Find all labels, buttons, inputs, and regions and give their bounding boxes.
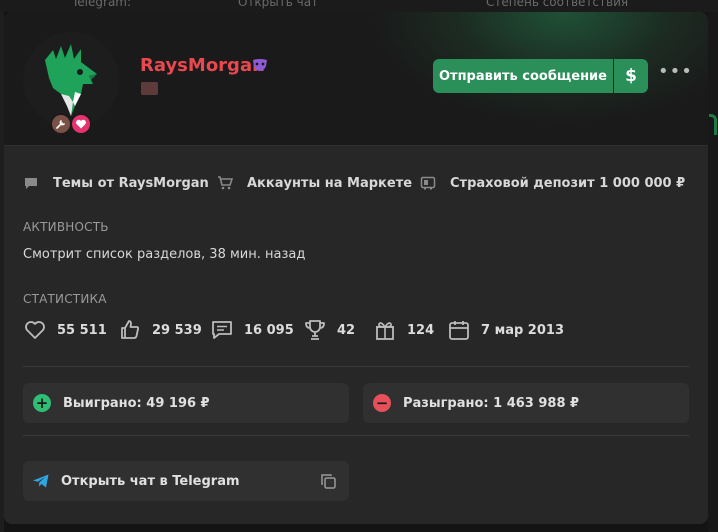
stat-registered-value: 7 мар 2013 xyxy=(481,322,564,338)
thumbs-up-icon xyxy=(121,320,140,339)
heart-icon xyxy=(25,321,45,339)
rooster-logo-icon xyxy=(23,32,119,128)
profile-card: RaysMorgan Отправить сообщение $ ••• Тем… xyxy=(4,12,708,524)
stats-title: СТАТИСТИКА xyxy=(23,292,107,306)
profile-header: RaysMorgan Отправить сообщение $ ••• xyxy=(4,12,708,146)
stats-row: 55 511 29 539 16 095 42 124 7 мар 2013 xyxy=(23,317,703,343)
tools-badge xyxy=(50,113,72,135)
divider xyxy=(23,366,689,367)
profile-links: Темы от RaysMorgan Аккаунты на Маркете С… xyxy=(23,172,703,194)
chat-bubble-icon xyxy=(25,178,37,189)
calendar-icon xyxy=(449,321,469,340)
send-message-button[interactable]: Отправить сообщение xyxy=(433,59,613,93)
more-options-button[interactable]: ••• xyxy=(658,63,692,85)
stat-trophies-value: 42 xyxy=(337,322,356,338)
market-link[interactable]: Аккаунты на Маркете xyxy=(217,172,412,194)
stat-messages[interactable]: 16 095 xyxy=(210,317,294,343)
message-icon xyxy=(212,321,232,339)
copy-icon[interactable] xyxy=(320,473,337,490)
deposit-icon xyxy=(420,176,436,190)
market-link-label: Аккаунты на Маркете xyxy=(247,175,413,191)
won-box[interactable]: + Выиграно: 49 196 ₽ xyxy=(23,383,349,423)
telegram-label: Открыть чат в Telegram xyxy=(61,473,240,489)
stat-trophies[interactable]: 42 xyxy=(303,317,355,343)
deposit-link-label: Страховой депозит 1 000 000 ₽ xyxy=(450,175,686,191)
deposit-link[interactable]: Страховой депозит 1 000 000 ₽ xyxy=(420,172,685,194)
heart-badge-icon xyxy=(76,119,86,129)
user-mini-badge xyxy=(141,82,158,95)
telegram-icon xyxy=(33,474,49,488)
mask-icon xyxy=(253,59,267,71)
stat-messages-value: 16 095 xyxy=(244,322,294,338)
themes-link-label: Темы от RaysMorgan xyxy=(53,175,209,191)
bg-match-degree: Степень соответствия xyxy=(486,0,629,9)
open-telegram-chat-button[interactable]: Открыть чат в Telegram xyxy=(23,461,349,501)
minus-icon: − xyxy=(373,394,391,412)
themes-link[interactable]: Темы от RaysMorgan xyxy=(23,172,209,194)
stat-thumbs[interactable]: 29 539 xyxy=(118,317,202,343)
stat-thumbs-value: 29 539 xyxy=(152,322,202,338)
tools-icon xyxy=(56,120,65,129)
background-right xyxy=(708,12,718,532)
stat-registered[interactable]: 7 мар 2013 xyxy=(447,317,564,343)
bg-telegram-label: Telegram: xyxy=(72,0,132,9)
lost-text: Разыграно: 1 463 988 ₽ xyxy=(403,395,580,411)
heart-badge xyxy=(70,113,92,135)
transfer-money-button[interactable]: $ xyxy=(614,59,648,93)
background-mark xyxy=(708,110,718,150)
gift-icon xyxy=(376,322,394,340)
activity-title: АКТИВНОСТЬ xyxy=(23,220,109,234)
won-text: Выиграно: 49 196 ₽ xyxy=(63,395,210,411)
stat-gifts-value: 124 xyxy=(407,322,435,338)
lost-box[interactable]: − Разыграно: 1 463 988 ₽ xyxy=(363,383,689,423)
stat-gifts[interactable]: 124 xyxy=(373,317,434,343)
avatar[interactable] xyxy=(23,32,119,128)
stat-likes-value: 55 511 xyxy=(57,322,107,338)
trophy-icon xyxy=(305,320,325,340)
bg-open-chat: Открыть чат xyxy=(238,0,319,9)
background-strip: Telegram: Открыть чат Степень соответств… xyxy=(0,0,718,12)
activity-text: Смотрит список разделов, 38 мин. назад xyxy=(23,247,306,262)
divider xyxy=(23,435,689,436)
username[interactable]: RaysMorgan xyxy=(140,55,265,76)
cart-icon xyxy=(218,176,233,190)
stat-likes[interactable]: 55 511 xyxy=(23,317,107,343)
plus-icon: + xyxy=(33,394,51,412)
